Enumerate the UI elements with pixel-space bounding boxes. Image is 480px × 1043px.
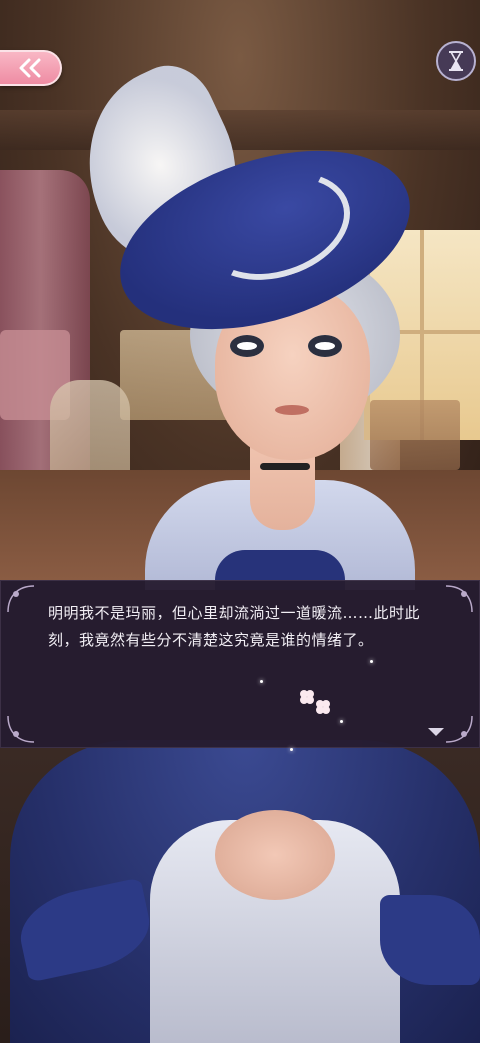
sparkle [370,660,373,663]
gown-bow-right [380,895,480,985]
character-eye-right [308,335,342,357]
character-marie [0,0,480,1043]
corner-ornament-icon [445,585,473,613]
corner-ornament-icon [445,715,473,743]
clover-flower-icon [300,690,330,714]
triangle-down-icon[interactable] [428,728,444,736]
corner-ornament-icon [7,715,35,743]
character-choker [260,463,310,470]
corner-ornament-icon [7,585,35,613]
dialogue-text: 明明我不是玛丽，但心里却流淌过一道暖流……此时此刻，我竟然有些分不清楚这究竟是谁… [48,604,421,649]
sparkle [340,720,343,723]
skip-timer-button[interactable] [436,41,476,81]
character-eye-left [230,335,264,357]
dialogue-box[interactable]: 明明我不是玛丽，但心里却流淌过一道暖流……此时此刻，我竟然有些分不清楚这究竟是谁… [0,580,480,751]
sparkle [260,680,263,683]
back-button[interactable] [0,50,62,86]
character-mouth [275,405,309,415]
character-hands [215,810,335,900]
sparkle [290,748,293,751]
hourglass-icon [449,51,463,71]
double-chevron-left-icon [19,58,41,78]
